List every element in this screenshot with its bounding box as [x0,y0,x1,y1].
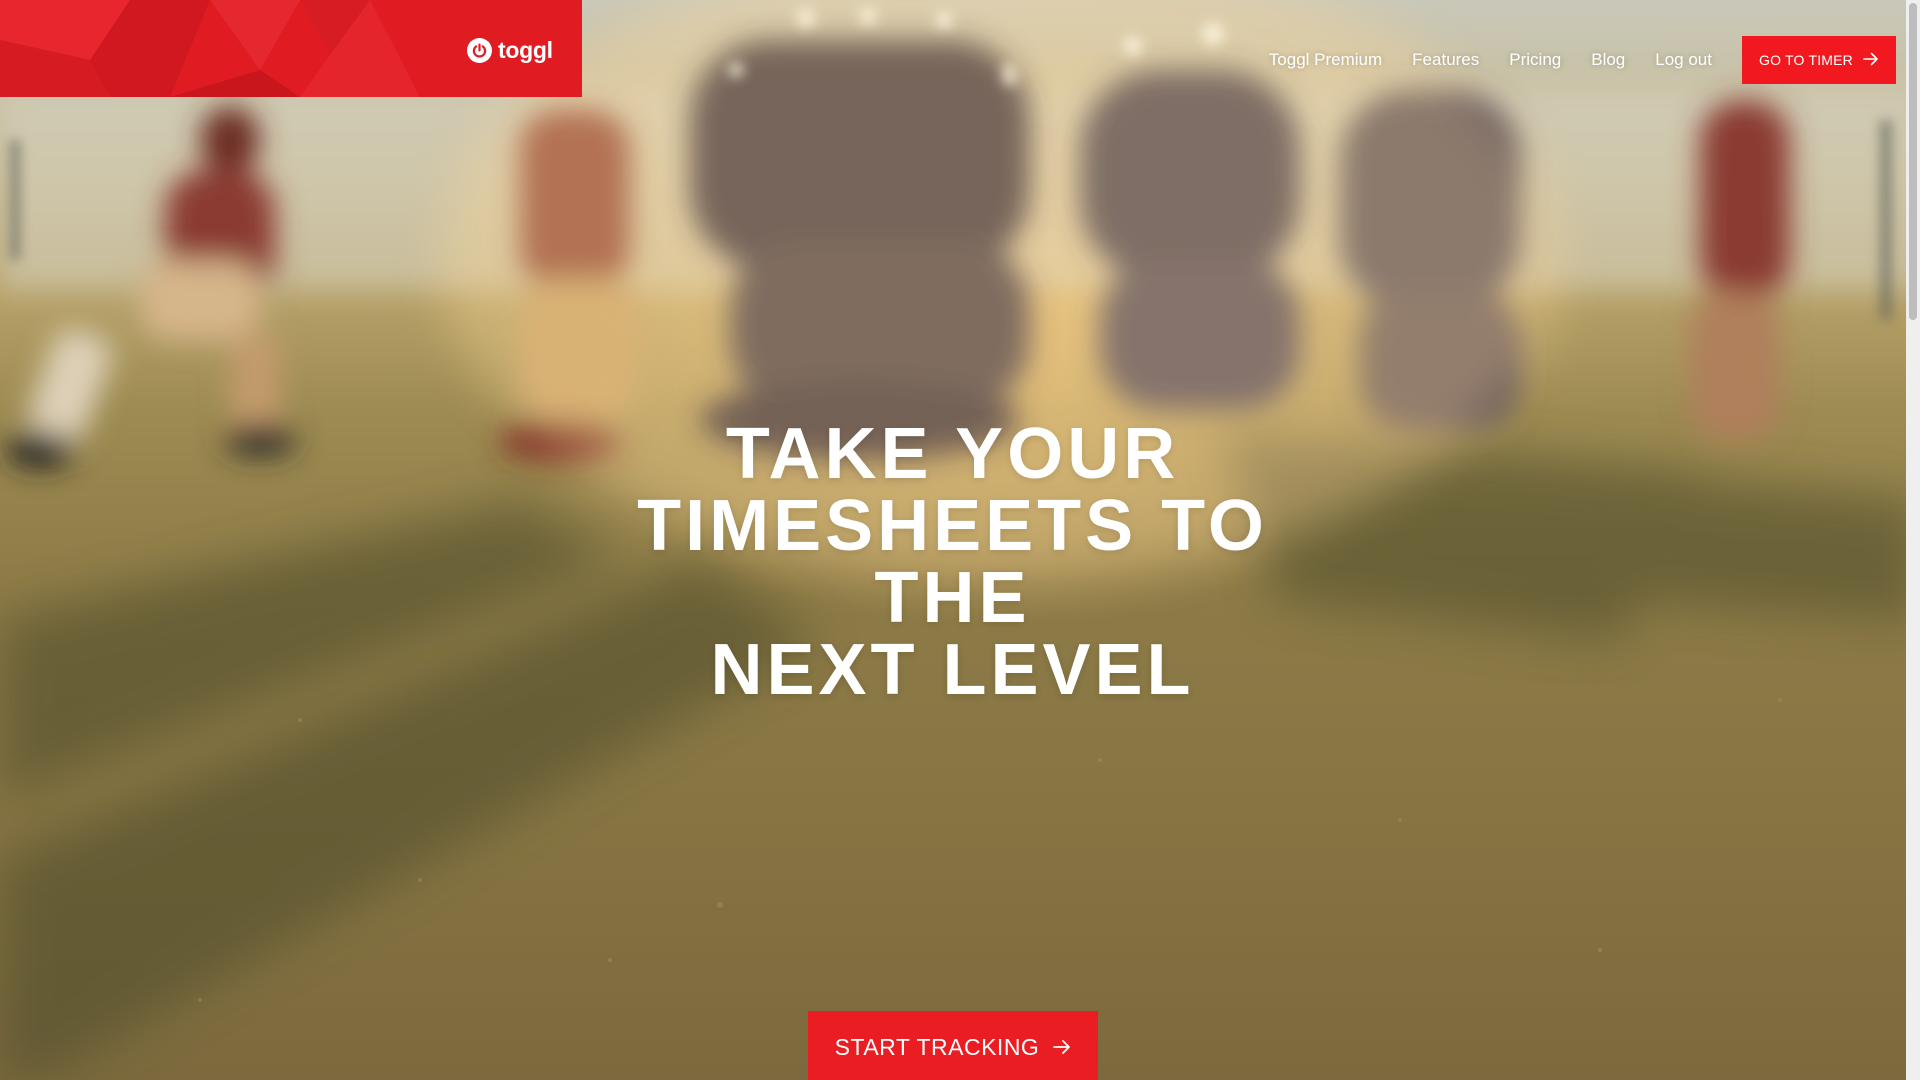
arrow-right-icon [1053,1034,1071,1061]
logo-text: toggl [498,37,553,63]
arrow-right-icon [1863,52,1879,69]
start-tracking-button[interactable]: START TRACKING [808,1011,1098,1080]
hero-title: TAKE YOUR TIMESHEETS TO THE NEXT LEVEL [560,418,1345,706]
vertical-scrollbar[interactable] [1906,0,1920,1080]
hero-title-line-1: TAKE YOUR [725,414,1180,494]
logo-banner: toggl [0,0,582,97]
nav-features[interactable]: Features [1412,50,1479,70]
nav-log-out[interactable]: Log out [1655,50,1712,70]
scrollbar-thumb[interactable] [1909,3,1917,320]
top-nav: Toggl Premium Features Pricing Blog Log … [1269,36,1896,84]
nav-toggl-premium[interactable]: Toggl Premium [1269,50,1382,70]
hero-title-line-2: TIMESHEETS TO THE [637,486,1268,638]
nav-blog[interactable]: Blog [1591,50,1625,70]
nav-pricing[interactable]: Pricing [1509,50,1561,70]
go-to-timer-label: GO TO TIMER [1759,52,1853,68]
power-icon [467,37,492,63]
toggl-logo[interactable]: toggl [467,37,553,63]
hero-title-line-3: NEXT LEVEL [710,630,1195,710]
go-to-timer-button[interactable]: GO TO TIMER [1742,36,1896,84]
landing-page: toggl Toggl Premium Features Pricing Blo… [0,0,1920,1080]
start-tracking-label: START TRACKING [834,1033,1040,1060]
